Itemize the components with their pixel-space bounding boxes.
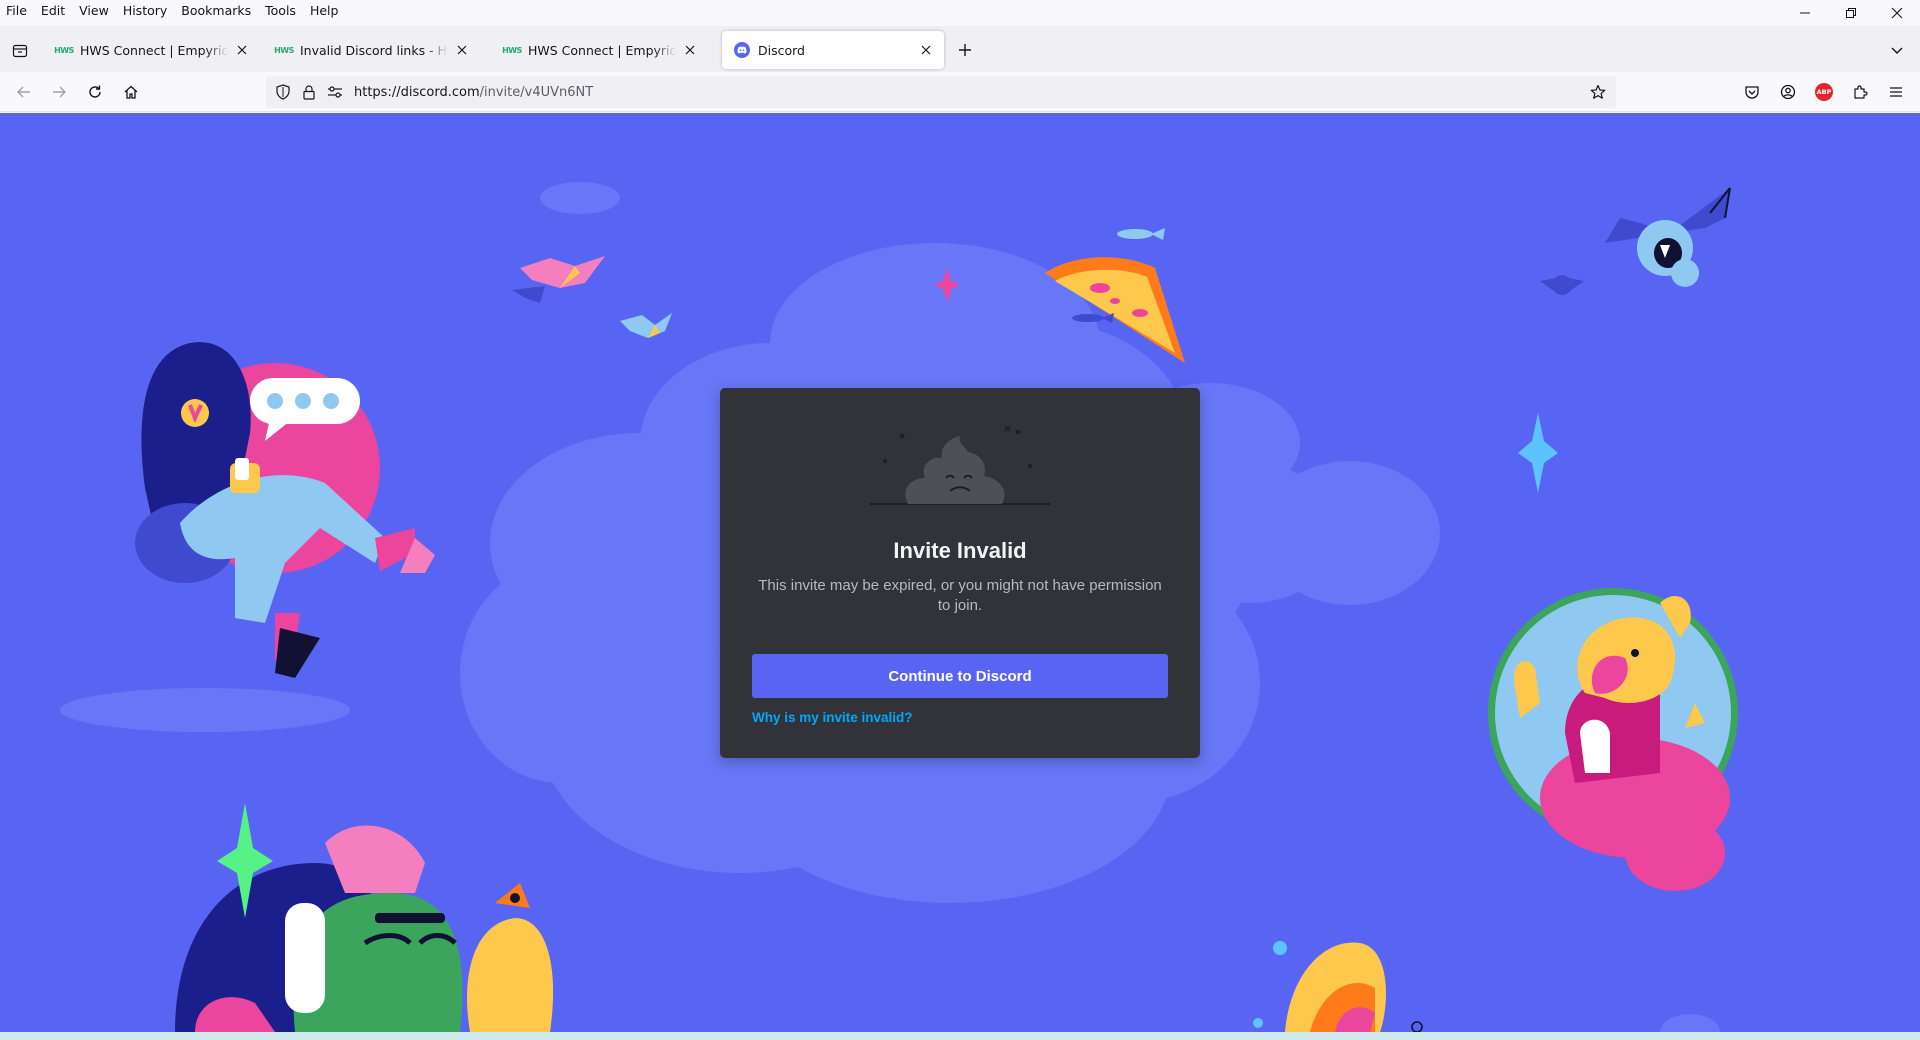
hws-icon: HWS (54, 45, 74, 55)
tab-title: HWS Connect | Empyrion Hom (528, 42, 676, 58)
minimize-icon (1800, 12, 1810, 14)
tab-hws-connect-1[interactable]: HWS HWS Connect | Empyrion Hom (44, 31, 260, 69)
url-bar[interactable]: https://discord.com/invite/v4UVn6NT (266, 76, 1616, 108)
cursor-marker (1411, 1021, 1423, 1032)
permissions-icon[interactable] (326, 83, 344, 101)
close-window-button[interactable] (1874, 0, 1920, 26)
home-button[interactable] (119, 80, 143, 104)
flying-book (512, 256, 605, 303)
url-host: https://discord.com (354, 84, 480, 100)
minimize-button[interactable] (1782, 0, 1828, 26)
app-menu-button[interactable] (1884, 80, 1908, 104)
navigation-toolbar: https://discord.com/invite/v4UVn6NT ABP (0, 72, 1920, 112)
menu-help[interactable]: Help (303, 0, 346, 22)
arrow-right-icon (53, 86, 66, 98)
tab-title: Invalid Discord links - HWS Ge (300, 42, 448, 58)
arrow-left-icon (17, 86, 30, 98)
close-icon (921, 45, 931, 55)
hws-icon: HWS (502, 45, 522, 55)
list-all-tabs-button[interactable] (1886, 39, 1908, 61)
firefox-view-button[interactable] (9, 40, 31, 62)
reload-button[interactable] (83, 80, 107, 104)
tracking-protection-icon[interactable] (274, 83, 292, 101)
woman-character (135, 342, 435, 678)
extensions-button[interactable] (1848, 80, 1872, 104)
firefox-view-icon (12, 44, 28, 58)
why-invite-invalid-link[interactable]: Why is my invite invalid? (752, 710, 913, 725)
tab-close-button[interactable] (918, 42, 934, 58)
menu-bookmarks[interactable]: Bookmarks (174, 0, 258, 22)
small-bat (1540, 275, 1584, 295)
close-icon (1891, 7, 1903, 19)
bookmark-star-button[interactable] (1588, 82, 1608, 102)
url-path: /invite/v4UVn6NT (479, 84, 594, 100)
lock-icon[interactable] (300, 83, 318, 101)
green-monster (175, 803, 554, 1032)
menu-edit[interactable]: Edit (34, 0, 72, 22)
back-button[interactable] (12, 80, 36, 104)
puzzle-icon (1854, 85, 1868, 99)
continue-to-discord-button[interactable]: Continue to Discord (752, 654, 1168, 698)
menu-file[interactable]: File (0, 0, 34, 22)
close-icon (685, 45, 695, 55)
sad-poop-icon (870, 425, 1050, 505)
hws-icon: HWS (274, 45, 294, 55)
sparkle (1518, 413, 1558, 493)
adblock-plus-button[interactable]: ABP (1812, 80, 1836, 104)
star-icon (1590, 84, 1606, 99)
invite-invalid-card: Invite Invalid This invite may be expire… (720, 388, 1200, 758)
restore-button[interactable] (1828, 0, 1874, 26)
tab-title: Discord (758, 42, 805, 58)
tab-title: HWS Connect | Empyrion Hom (80, 42, 228, 58)
restore-icon (1846, 8, 1856, 18)
forward-button[interactable] (47, 80, 71, 104)
card-description: This invite may be expired, or you might… (758, 577, 1162, 614)
account-icon (1780, 84, 1796, 100)
window-controls (1782, 0, 1920, 26)
bottom-edge (0, 1032, 1920, 1040)
flying-book-small (620, 313, 672, 338)
close-icon (457, 45, 467, 55)
card-title: Invite Invalid (893, 538, 1027, 563)
orange-creature (1253, 941, 1386, 1032)
bat-creature (1605, 187, 1731, 287)
chevron-down-icon (1891, 47, 1903, 54)
menu-bar: File Edit View History Bookmarks Tools H… (0, 0, 1920, 22)
pocket-button[interactable] (1740, 80, 1764, 104)
plus-icon (959, 44, 971, 56)
fish (1117, 228, 1165, 240)
menu-view[interactable]: View (72, 0, 116, 22)
pocket-icon (1745, 86, 1759, 99)
hamburger-icon (1890, 87, 1902, 97)
home-icon (124, 85, 138, 99)
discord-invite-page: Invite Invalid This invite may be expire… (0, 113, 1920, 1032)
menu-history[interactable]: History (116, 0, 174, 22)
tab-strip: HWS HWS Connect | Empyrion Hom HWS Inval… (0, 26, 1920, 72)
adblock-plus-icon: ABP (1815, 83, 1833, 101)
discord-icon (734, 42, 750, 58)
tab-close-button[interactable] (454, 42, 470, 58)
account-button[interactable] (1776, 80, 1800, 104)
close-icon (237, 45, 247, 55)
tab-invalid-discord-links[interactable]: HWS Invalid Discord links - HWS Ge (264, 31, 480, 69)
yellow-creature (1488, 588, 1738, 891)
tab-close-button[interactable] (682, 42, 698, 58)
tab-close-button[interactable] (234, 42, 250, 58)
reload-icon (89, 85, 101, 98)
new-tab-button[interactable] (954, 39, 976, 61)
menu-tools[interactable]: Tools (258, 0, 303, 22)
url-text[interactable]: https://discord.com/invite/v4UVn6NT (354, 85, 593, 100)
tab-discord[interactable]: Discord (722, 31, 944, 69)
tab-hws-connect-2[interactable]: HWS HWS Connect | Empyrion Hom (492, 31, 708, 69)
